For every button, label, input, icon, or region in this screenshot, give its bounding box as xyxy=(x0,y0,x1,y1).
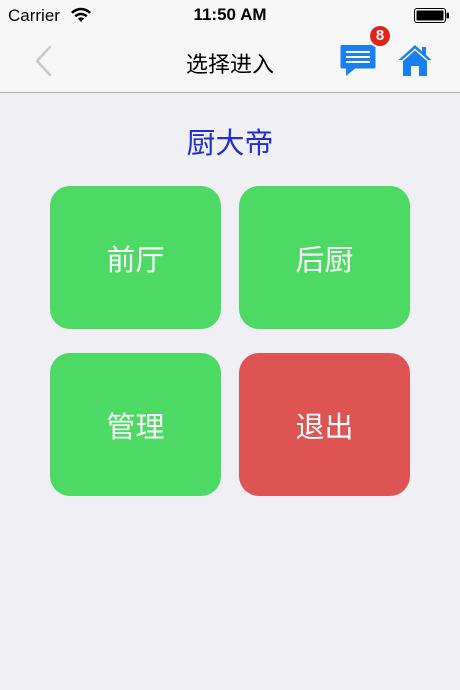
message-badge: 8 xyxy=(368,24,392,48)
status-bar: Carrier 11:50 AM xyxy=(0,0,460,32)
exit-button[interactable]: 退出 xyxy=(239,353,410,496)
back-kitchen-button[interactable]: 后厨 xyxy=(239,186,410,329)
management-button[interactable]: 管理 xyxy=(50,353,221,496)
chat-message-icon[interactable] xyxy=(340,44,376,78)
clock: 11:50 AM xyxy=(193,5,267,24)
home-icon[interactable] xyxy=(397,42,433,78)
battery-icon xyxy=(414,8,449,23)
front-hall-button[interactable]: 前厅 xyxy=(50,186,221,329)
page-title: 选择进入 xyxy=(185,53,274,78)
navigation-bar: 选择进入 8 xyxy=(0,24,460,93)
brand-title: 厨大帝 xyxy=(186,126,274,160)
